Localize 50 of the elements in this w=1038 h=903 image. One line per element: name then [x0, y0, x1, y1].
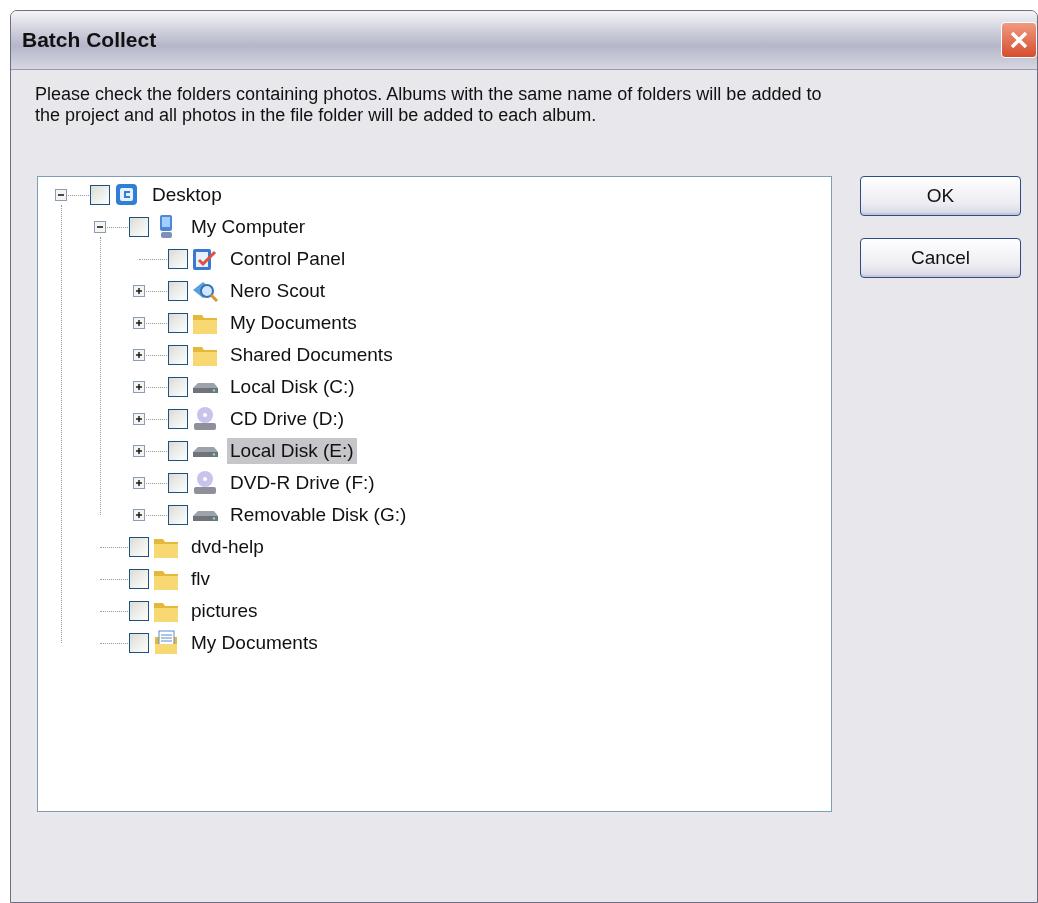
checkbox[interactable] — [168, 441, 188, 461]
tree-item-label[interactable]: Local Disk (C:) — [227, 374, 358, 400]
expand-toggle[interactable] — [133, 477, 145, 489]
documents-folder-icon — [152, 630, 180, 656]
expand-toggle[interactable] — [133, 381, 145, 393]
window-title: Batch Collect — [22, 28, 157, 52]
control-panel-icon — [191, 246, 219, 272]
tree-item-label[interactable]: pictures — [188, 598, 261, 624]
cd-drive-icon — [191, 406, 219, 432]
checkbox[interactable] — [129, 601, 149, 621]
tree-item-label[interactable]: Shared Documents — [227, 342, 396, 368]
cd-drive-icon — [191, 470, 219, 496]
instructions-text: Please check the folders containing photos. Albums with the same name of folders will be added to the project and all photos in the file folder will be added to each album. — [35, 84, 823, 126]
tree-item-label[interactable]: My Computer — [188, 214, 309, 240]
collapse-toggle[interactable] — [94, 221, 106, 233]
tree-item-label[interactable]: Local Disk (E:) — [227, 438, 357, 464]
checkbox[interactable] — [129, 569, 149, 589]
tree-item-label[interactable]: CD Drive (D:) — [227, 406, 347, 432]
tree-item-label[interactable]: My Documents — [227, 310, 360, 336]
ok-button[interactable]: OK — [860, 176, 1021, 216]
checkbox[interactable] — [90, 185, 110, 205]
tree-item-label[interactable]: dvd-help — [188, 534, 267, 560]
tree-item-label[interactable]: Control Panel — [227, 246, 349, 272]
close-button[interactable] — [1001, 22, 1037, 58]
checkbox[interactable] — [129, 217, 149, 237]
expand-toggle[interactable] — [133, 285, 145, 297]
checkbox[interactable] — [129, 537, 149, 557]
collapse-toggle[interactable] — [55, 189, 67, 201]
checkbox[interactable] — [168, 281, 188, 301]
checkbox[interactable] — [168, 409, 188, 429]
checkbox[interactable] — [168, 313, 188, 333]
checkbox[interactable] — [168, 345, 188, 365]
expand-toggle[interactable] — [133, 509, 145, 521]
tree-item-label[interactable]: Desktop — [149, 182, 225, 208]
tree-item-label[interactable]: DVD-R Drive (F:) — [227, 470, 378, 496]
cancel-button[interactable]: Cancel — [860, 238, 1021, 278]
checkbox[interactable] — [168, 473, 188, 493]
tree-item-label[interactable]: flv — [188, 566, 213, 592]
checkbox[interactable] — [168, 377, 188, 397]
tree-item-label[interactable]: Removable Disk (G:) — [227, 502, 410, 528]
checkbox[interactable] — [168, 505, 188, 525]
expand-toggle[interactable] — [133, 445, 145, 457]
expand-toggle[interactable] — [133, 413, 145, 425]
checkbox[interactable] — [168, 249, 188, 269]
tree-item-label[interactable]: Nero Scout — [227, 278, 329, 304]
checkbox[interactable] — [129, 633, 149, 653]
close-icon — [1008, 29, 1030, 51]
expand-toggle[interactable] — [133, 349, 145, 361]
expand-toggle[interactable] — [133, 317, 145, 329]
tree-item-label[interactable]: My Documents — [188, 630, 321, 656]
